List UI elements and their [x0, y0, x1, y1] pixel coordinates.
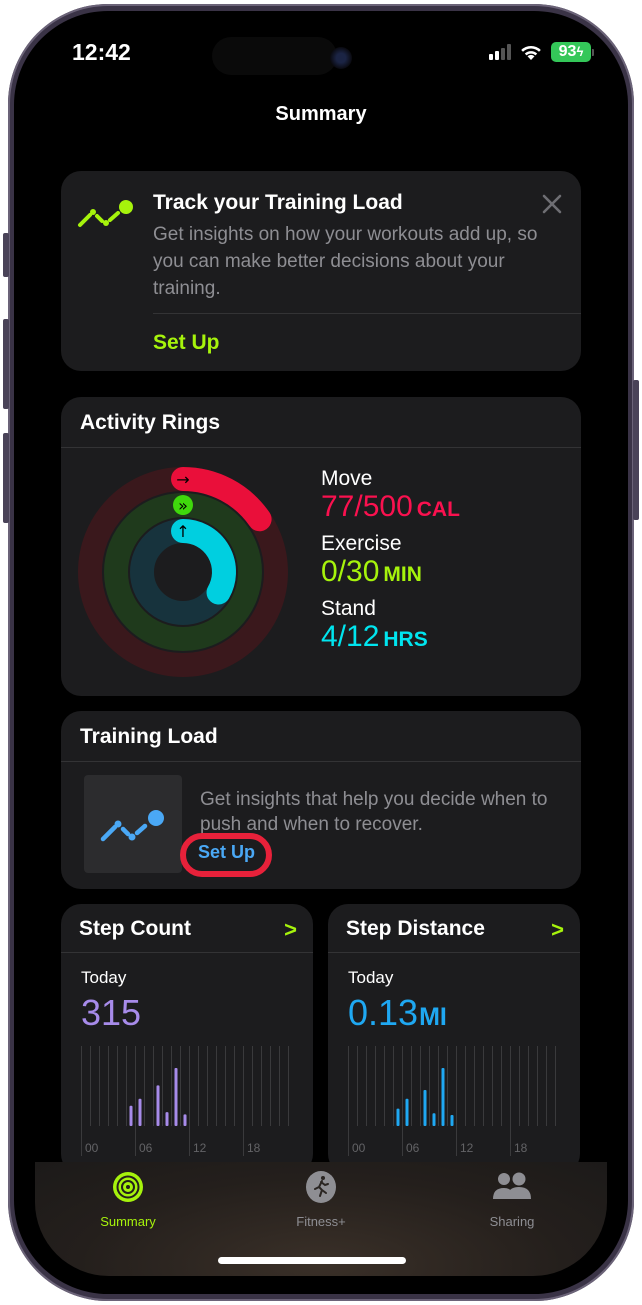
tick-label: 00 [352, 1141, 366, 1155]
tick-label: 18 [247, 1141, 261, 1155]
power-button [633, 380, 639, 520]
exercise-label: Exercise [321, 532, 402, 555]
training-load-title: Training Load [61, 711, 581, 762]
home-indicator[interactable] [218, 1257, 406, 1264]
bar-hour-5 [396, 1108, 400, 1126]
move-unit: CAL [416, 498, 460, 521]
camera-icon [330, 47, 352, 69]
stand-metric: Stand 4/12 HRS [321, 597, 428, 656]
move-ring-arrow-icon: → [176, 470, 189, 489]
bar-hour-10 [441, 1068, 445, 1126]
step-count-period: Today [81, 968, 127, 987]
people-icon [493, 1172, 531, 1199]
bar-hour-11 [183, 1114, 187, 1126]
move-value: 77/500 [321, 490, 413, 523]
tab-fitness-plus[interactable]: Fitness+ [261, 1170, 381, 1229]
step-count-card[interactable]: Step Count > Today 315 00 06 12 18 [61, 904, 313, 1174]
tick-label: 12 [460, 1141, 474, 1155]
stand-unit: HRS [383, 628, 428, 651]
promo-setup-button[interactable]: Set Up [153, 331, 220, 355]
step-distance-card[interactable]: Step Distance > Today 0.13MI 00 06 12 18 [328, 904, 580, 1174]
tab-fitness-plus-label: Fitness+ [296, 1214, 346, 1229]
action-button [3, 233, 9, 277]
activity-rings-icon [113, 1172, 143, 1202]
activity-rings-card[interactable]: Activity Rings → » ↑ Move 77/500 CAL Exerci… [61, 397, 581, 696]
step-distance-chart: 00 06 12 18 [348, 1046, 556, 1156]
tick-label: 12 [193, 1141, 207, 1155]
tick-label: 06 [139, 1141, 153, 1155]
exercise-unit: MIN [383, 563, 422, 586]
training-load-promo-card: Track your Training Load Get insights on… [61, 171, 581, 371]
activity-rings-chart: → » ↑ [78, 467, 288, 677]
tick-label: 00 [85, 1141, 99, 1155]
wifi-icon [521, 45, 541, 60]
tab-sharing-label: Sharing [489, 1214, 535, 1229]
status-time: 12:42 [72, 39, 131, 65]
move-metric: Move 77/500 CAL [321, 467, 460, 526]
training-load-description: Get insights that help you decide when t… [200, 789, 548, 835]
tab-sharing[interactable]: Sharing [452, 1170, 572, 1229]
stand-value: 4/12 [321, 620, 380, 653]
close-icon[interactable] [541, 193, 563, 215]
status-icons: 93ϟ [489, 42, 594, 62]
battery-percent: 93 [558, 43, 577, 60]
bar-hour-6 [138, 1098, 142, 1126]
step-distance-period: Today [348, 968, 394, 987]
page-title: Summary [275, 103, 367, 125]
bar-hour-10 [174, 1068, 178, 1126]
bar-hour-8 [423, 1090, 427, 1126]
battery-charging-icon: 93ϟ [551, 42, 594, 62]
training-load-thumbnail [84, 775, 182, 873]
promo-description: Get insights on how your workouts add up… [153, 224, 538, 299]
step-count-value: 315 [81, 992, 142, 1033]
training-load-icon [100, 810, 164, 842]
signal-icon [489, 44, 511, 60]
chevron-right-icon[interactable]: > [551, 917, 564, 943]
volume-down-button [3, 433, 9, 523]
bar-hour-9 [432, 1113, 436, 1126]
volume-up-button [3, 319, 9, 409]
chevron-right-icon[interactable]: > [284, 917, 297, 943]
promo-title: Track your Training Load [153, 191, 403, 214]
dynamic-island [212, 37, 337, 75]
training-load-card[interactable]: Training Load Get insights that help you… [61, 711, 581, 889]
training-load-setup-button[interactable]: Set Up [198, 842, 255, 863]
divider [153, 313, 581, 314]
training-load-icon [78, 200, 133, 227]
bar-hour-8 [156, 1085, 160, 1126]
exercise-value: 0/30 [321, 555, 380, 588]
bar-hour-11 [450, 1114, 454, 1126]
step-distance-title: Step Distance [328, 904, 580, 953]
bar-hour-5 [129, 1105, 133, 1126]
running-figure-icon [306, 1171, 336, 1203]
step-count-chart: 00 06 12 18 [81, 1046, 289, 1156]
step-distance-unit: MI [419, 1003, 447, 1031]
step-distance-value: 0.13 [348, 992, 419, 1033]
bar-hour-6 [405, 1098, 409, 1126]
bar-hour-9 [165, 1112, 169, 1126]
tick-label: 06 [406, 1141, 420, 1155]
activity-rings-title: Activity Rings [61, 397, 581, 448]
tab-summary-label: Summary [100, 1214, 156, 1229]
tab-summary[interactable]: Summary [68, 1170, 188, 1229]
exercise-metric: Exercise 0/30 MIN [321, 532, 422, 591]
stand-ring-arrow-icon: ↑ [176, 522, 189, 541]
step-count-title: Step Count [61, 904, 313, 953]
tick-label: 18 [514, 1141, 528, 1155]
exercise-ring-arrow-icon: » [178, 496, 188, 515]
move-label: Move [321, 467, 373, 490]
stand-label: Stand [321, 597, 376, 620]
